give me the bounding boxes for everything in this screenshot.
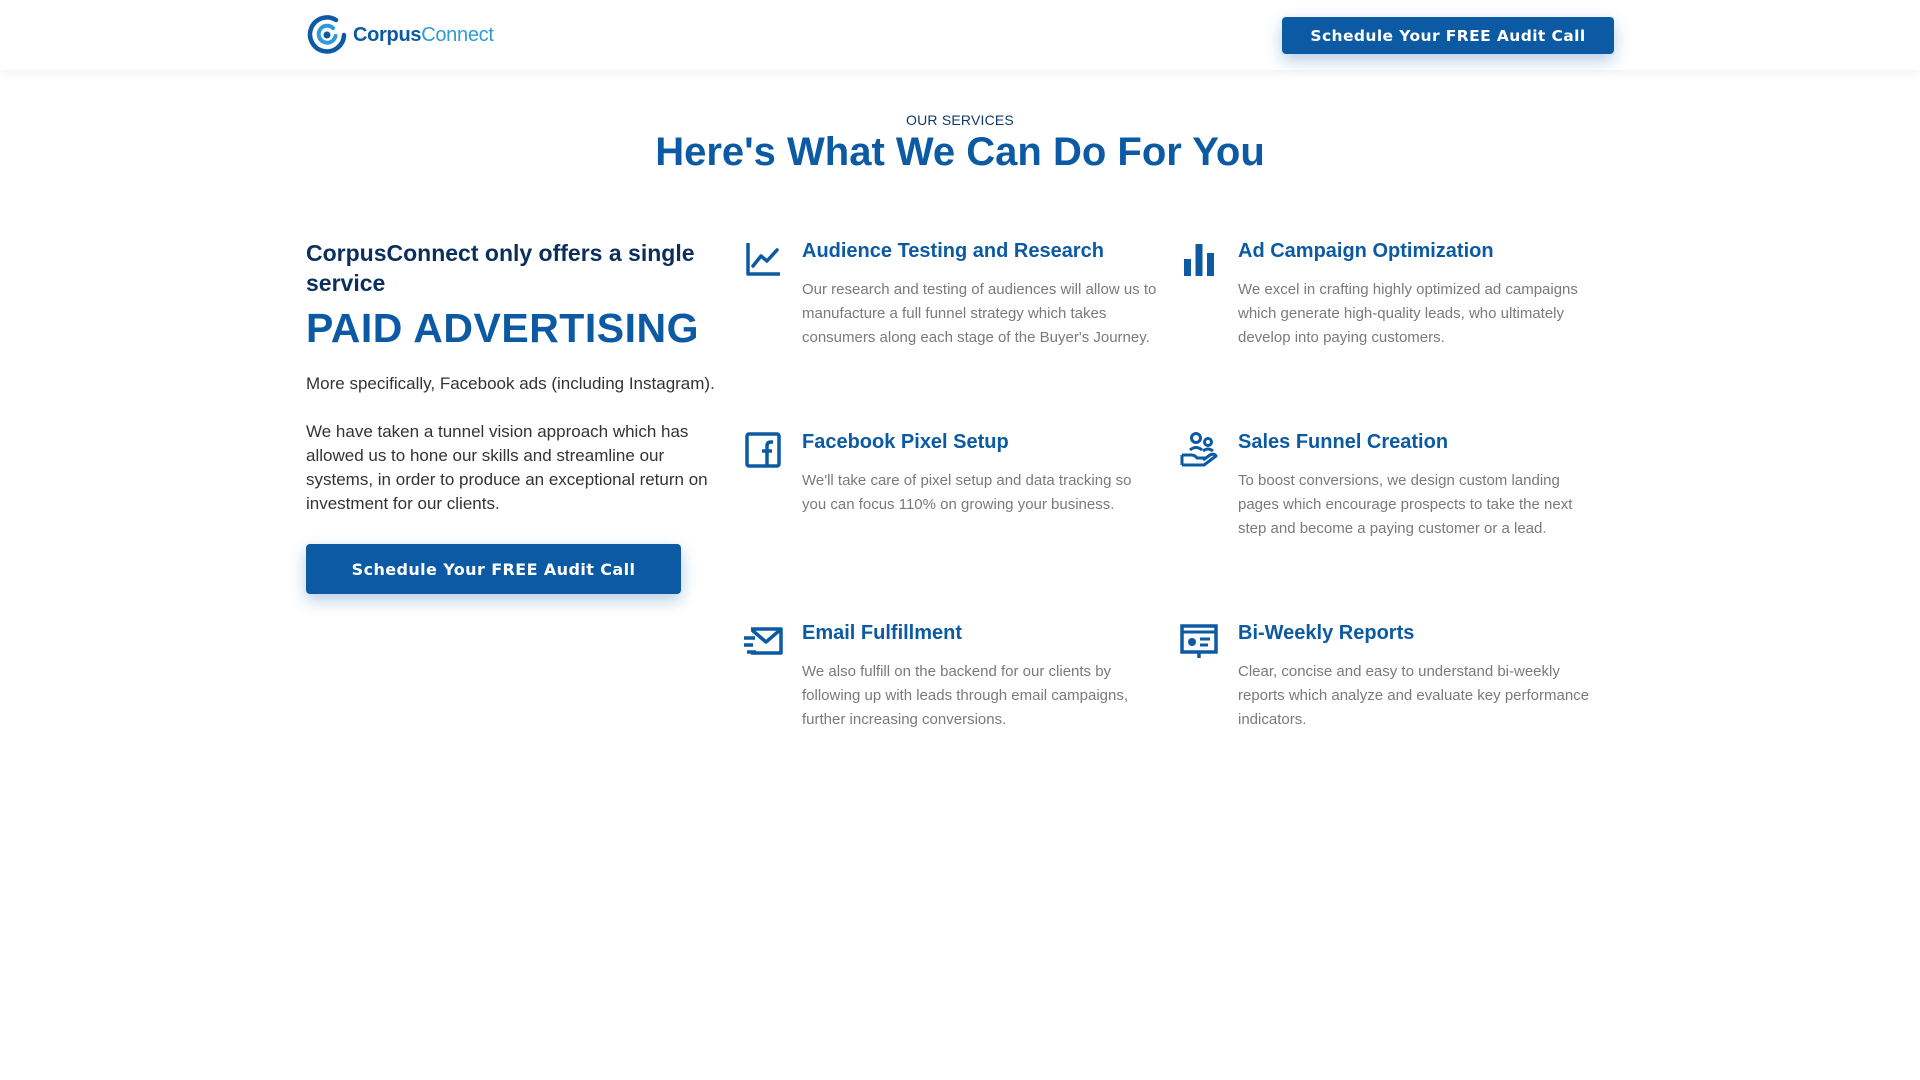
- service-title: Sales Funnel Creation: [1238, 431, 1449, 453]
- section-eyebrow: OUR SERVICES: [906, 112, 1014, 128]
- envelope-fast-icon: [742, 620, 784, 662]
- service-description: Clear, concise and easy to understand bi…: [1238, 663, 1590, 728]
- facebook-icon: [742, 429, 784, 471]
- intro-headline: PAID ADVERTISING: [306, 305, 699, 351]
- intro-lead: CorpusConnect only offers a single servi…: [306, 240, 695, 296]
- intro-column: CorpusConnect only offers a single servi…: [306, 238, 716, 516]
- service-description: We also fulfill on the backend for our c…: [802, 663, 1129, 728]
- service-description: To boost conversions, we design custom l…: [1238, 472, 1573, 537]
- service-title: Audience Testing and Research: [802, 240, 1104, 262]
- service-title: Email Fulfillment: [802, 622, 963, 644]
- site-header: CorpusConnect Schedule Your FREE Audit C…: [0, 0, 1920, 70]
- logo-text-connect: Connect: [421, 23, 494, 46]
- logo-icon: [307, 15, 347, 54]
- service-title: Bi-Weekly Reports: [1238, 622, 1415, 644]
- service-description: Our research and testing of audiences wi…: [802, 281, 1157, 346]
- logo-wordmark: CorpusConnect: [353, 24, 494, 47]
- service-description: We'll take care of pixel setup and data …: [802, 472, 1132, 513]
- service-title: Facebook Pixel Setup: [802, 431, 1009, 453]
- logo-text-corpus: Corpus: [353, 23, 422, 46]
- line-chart-icon: [742, 238, 784, 280]
- report-screen-icon: [1178, 620, 1220, 662]
- intro-audit-call-button[interactable]: Schedule Your FREE Audit Call: [306, 544, 681, 594]
- intro-paragraph-1: More specifically, Facebook ads (includi…: [306, 374, 715, 393]
- service-description: We excel in crafting highly optimized ad…: [1238, 281, 1578, 346]
- bar-chart-icon: [1178, 238, 1220, 280]
- service-title: Ad Campaign Optimization: [1238, 240, 1494, 262]
- hand-holding-people-icon: [1178, 429, 1220, 471]
- section-title: Here's What We Can Do For You: [655, 130, 1265, 174]
- logo[interactable]: CorpusConnect: [306, 14, 494, 56]
- intro-paragraph-2: We have taken a tunnel vision approach w…: [306, 422, 708, 513]
- header-audit-call-button[interactable]: Schedule Your FREE Audit Call: [1282, 17, 1614, 54]
